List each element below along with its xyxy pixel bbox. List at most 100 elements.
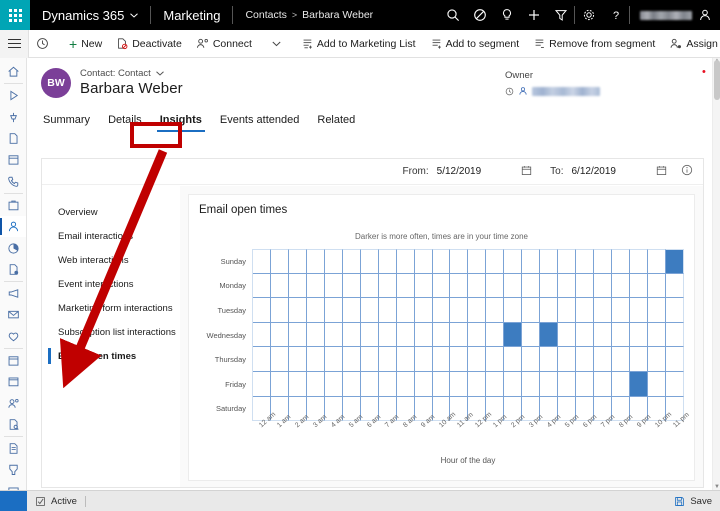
nav-documents[interactable] xyxy=(0,128,26,149)
heatmap-cell[interactable] xyxy=(253,249,271,274)
heatmap-cell[interactable] xyxy=(288,371,307,397)
user-account[interactable] xyxy=(630,0,720,30)
connect-dropdown[interactable] xyxy=(265,30,288,58)
assign-button[interactable]: Assign xyxy=(662,30,720,58)
heatmap-cell[interactable] xyxy=(504,273,523,299)
heatmap-cell[interactable] xyxy=(630,249,648,274)
heatmap-cell[interactable] xyxy=(306,371,325,397)
heatmap-cell[interactable] xyxy=(558,273,577,299)
heatmap-cell[interactable] xyxy=(630,322,648,348)
heatmap-cell[interactable] xyxy=(665,249,684,274)
heatmap-cell[interactable] xyxy=(594,298,613,323)
heatmap-cell[interactable] xyxy=(324,347,343,372)
heatmap-cell[interactable] xyxy=(378,273,397,299)
heatmap-cell[interactable] xyxy=(647,273,666,299)
insights-nav-event-interactions[interactable]: Event interactions xyxy=(42,272,180,296)
heatmap-cell[interactable] xyxy=(468,322,487,348)
heatmap-cell[interactable] xyxy=(665,371,684,397)
heatmap-cell[interactable] xyxy=(486,322,505,348)
heatmap-cell[interactable] xyxy=(414,249,433,274)
heatmap-cell[interactable] xyxy=(288,249,307,274)
heatmap-cell[interactable] xyxy=(540,273,559,299)
heatmap-cell[interactable] xyxy=(522,347,541,372)
heatmap-cell[interactable] xyxy=(378,249,397,274)
heatmap-cell[interactable] xyxy=(270,273,289,299)
tab-insights[interactable]: Insights xyxy=(151,111,211,133)
heatmap-cell[interactable] xyxy=(450,249,469,274)
nav-surveys[interactable] xyxy=(0,414,26,435)
heatmap-cell[interactable] xyxy=(540,371,559,397)
heatmap-cell[interactable] xyxy=(450,322,469,348)
heatmap-cell[interactable] xyxy=(396,273,415,299)
tab-details[interactable]: Details xyxy=(99,111,151,133)
heatmap-cell[interactable] xyxy=(558,322,577,348)
heatmap-cell[interactable] xyxy=(288,322,307,348)
nav-home[interactable] xyxy=(0,61,26,82)
heatmap-cell[interactable] xyxy=(665,347,684,372)
heatmap-cell[interactable] xyxy=(576,298,595,323)
status-state[interactable]: Active xyxy=(27,496,85,507)
heatmap-cell[interactable] xyxy=(647,322,666,348)
scroll-thumb[interactable] xyxy=(714,60,720,100)
heatmap-cell[interactable] xyxy=(378,347,397,372)
search-icon[interactable] xyxy=(439,0,466,30)
heatmap-cell[interactable] xyxy=(270,298,289,323)
heatmap-cell[interactable] xyxy=(342,347,361,372)
nav-recent[interactable] xyxy=(0,85,26,106)
heatmap-cell[interactable] xyxy=(522,371,541,397)
heatmap-cell[interactable] xyxy=(342,298,361,323)
heatmap-cell[interactable] xyxy=(396,347,415,372)
heatmap-cell[interactable] xyxy=(647,347,666,372)
heatmap-cell[interactable] xyxy=(414,273,433,299)
heatmap-cell[interactable] xyxy=(432,322,451,348)
app-launcher-icon[interactable] xyxy=(0,0,30,30)
heatmap-cell[interactable] xyxy=(396,322,415,348)
heatmap-cell[interactable] xyxy=(414,371,433,397)
heatmap-cell[interactable] xyxy=(612,298,631,323)
nav-contacts[interactable] xyxy=(0,216,26,238)
heatmap-cell[interactable] xyxy=(270,371,289,397)
help-icon[interactable]: ? xyxy=(602,0,629,30)
heatmap-cell[interactable] xyxy=(288,347,307,372)
heatmap-cell[interactable] xyxy=(253,273,271,299)
heatmap-cell[interactable] xyxy=(576,322,595,348)
heatmap-cell[interactable] xyxy=(270,249,289,274)
heatmap-cell[interactable] xyxy=(665,273,684,299)
heatmap-cell[interactable] xyxy=(468,371,487,397)
heatmap-cell[interactable] xyxy=(253,298,271,323)
nav-journeys[interactable] xyxy=(0,459,26,480)
heatmap-cell[interactable] xyxy=(522,273,541,299)
record-type[interactable]: Contact: Contact xyxy=(80,68,183,79)
heatmap-cell[interactable] xyxy=(324,249,343,274)
insights-nav-overview[interactable]: Overview xyxy=(42,200,180,224)
lightbulb-icon[interactable] xyxy=(493,0,520,30)
heatmap-cell[interactable] xyxy=(504,371,523,397)
heatmap-cell[interactable] xyxy=(414,347,433,372)
heatmap-cell[interactable] xyxy=(414,322,433,348)
heatmap-cell[interactable] xyxy=(468,347,487,372)
nav-pinned[interactable] xyxy=(0,107,26,128)
heatmap-cell[interactable] xyxy=(360,273,379,299)
plus-icon[interactable] xyxy=(520,0,547,30)
heatmap-cell[interactable] xyxy=(612,322,631,348)
insights-nav-subscription-list-interactions[interactable]: Subscription list interactions xyxy=(42,320,180,344)
heatmap-cell[interactable] xyxy=(360,249,379,274)
heatmap-cell[interactable] xyxy=(486,273,505,299)
heatmap-cell[interactable] xyxy=(486,298,505,323)
tab-related[interactable]: Related xyxy=(308,111,364,133)
heatmap-cell[interactable] xyxy=(504,249,523,274)
heatmap-cell[interactable] xyxy=(378,322,397,348)
heatmap-cell[interactable] xyxy=(396,371,415,397)
heatmap-cell[interactable] xyxy=(612,371,631,397)
heatmap-cell[interactable] xyxy=(342,273,361,299)
insights-nav-email-open-times[interactable]: Email open times xyxy=(42,344,180,368)
heatmap-cell[interactable] xyxy=(558,249,577,274)
nav-leads[interactable] xyxy=(0,259,26,280)
remove-from-segment-button[interactable]: Remove from segment xyxy=(526,30,662,58)
heatmap-cell[interactable] xyxy=(486,249,505,274)
nav-calendar[interactable] xyxy=(0,149,26,170)
insights-nav-email-interactions[interactable]: Email interactions xyxy=(42,224,180,248)
heatmap-cell[interactable] xyxy=(324,322,343,348)
heatmap-cell[interactable] xyxy=(432,273,451,299)
save-button[interactable]: Save xyxy=(666,496,720,507)
